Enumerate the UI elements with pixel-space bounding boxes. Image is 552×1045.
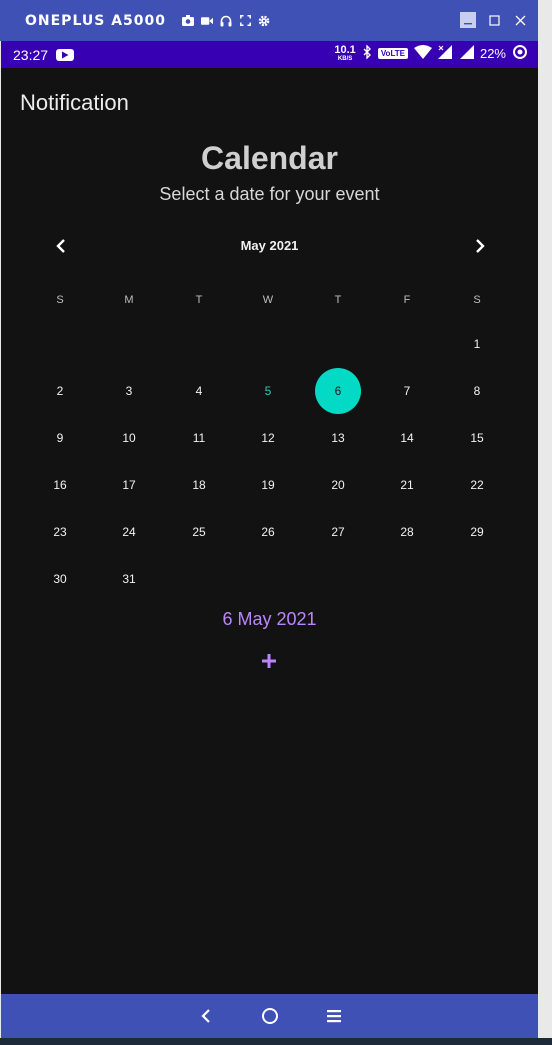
device-name: ONEPLUS A5000	[25, 12, 166, 29]
minimize-icon[interactable]	[460, 12, 476, 28]
calendar-day[interactable]: 4	[176, 368, 222, 414]
signal-icon-2	[459, 45, 474, 62]
bluetooth-icon	[362, 44, 372, 62]
calendar-day[interactable]: 19	[245, 462, 291, 508]
calendar-day[interactable]: 14	[384, 415, 430, 461]
back-icon[interactable]	[195, 1005, 217, 1027]
fullscreen-icon[interactable]	[239, 15, 251, 27]
status-time: 23:27	[13, 46, 49, 63]
video-icon[interactable]	[201, 15, 213, 27]
add-event-button[interactable]	[257, 649, 281, 673]
battery-percent: 22%	[479, 46, 506, 61]
network-speed-value: 10.1	[334, 43, 356, 56]
status-icons: 10.1 KB/S VoLTE 22%	[334, 44, 528, 63]
next-month-button[interactable]	[468, 234, 492, 258]
headset-icon[interactable]	[220, 15, 232, 27]
signal-icon	[437, 45, 454, 62]
network-speed-unit: KB/S	[337, 55, 353, 62]
weekday-label: S	[56, 294, 64, 306]
youtube-notification-icon	[56, 48, 75, 61]
calendar-day[interactable]: 17	[106, 462, 152, 508]
calendar-day[interactable]: 25	[176, 509, 222, 555]
calendar-day[interactable]: 22	[454, 462, 500, 508]
weekday-label: S	[473, 294, 481, 306]
calendar-day[interactable]: 24	[106, 509, 152, 555]
gear-icon[interactable]	[258, 15, 270, 27]
calendar-day[interactable]: 2	[37, 368, 83, 414]
calendar-day[interactable]: 15	[454, 415, 500, 461]
emulator-toolbar	[182, 15, 270, 27]
calendar-day[interactable]: 7	[384, 368, 430, 414]
calendar-day[interactable]: 21	[384, 462, 430, 508]
plus-icon	[262, 654, 276, 668]
calendar-title: Calendar	[201, 140, 338, 176]
close-icon[interactable]	[512, 12, 528, 28]
calendar-day[interactable]: 18	[176, 462, 222, 508]
chevron-right-icon	[476, 239, 485, 253]
calendar-day[interactable]: 12	[245, 415, 291, 461]
calendar-day[interactable]: 3	[106, 368, 152, 414]
selected-date-label: 6 May 2021	[222, 609, 317, 629]
calendar-subtitle: Select a date for your event	[159, 184, 380, 204]
calendar-day[interactable]: 29	[454, 509, 500, 555]
android-status-bar: 23:27 10.1 KB/S VoLTE 22%	[1, 41, 538, 68]
calendar-day[interactable]: 5	[245, 368, 291, 414]
emulator-frame: ONEPLUS A5000 23:27 10.1 KB/S VoLTE 22% …	[0, 0, 552, 1045]
calendar-day[interactable]: 27	[315, 509, 361, 555]
calendar-day[interactable]: 1	[454, 321, 500, 367]
network-speed: 10.1 KB/S	[334, 43, 356, 63]
month-label: May 2021	[240, 238, 299, 253]
emulator-title-bar: ONEPLUS A5000	[0, 0, 538, 41]
calendar-day[interactable]: 30	[37, 556, 83, 602]
window-controls	[460, 12, 528, 28]
menu-icon[interactable]	[323, 1005, 345, 1027]
maximize-icon[interactable]	[486, 12, 502, 28]
weekday-label: T	[195, 294, 203, 306]
volte-badge: VoLTE	[377, 48, 408, 59]
android-nav-bar	[1, 994, 538, 1038]
calendar-day[interactable]: 13	[315, 415, 361, 461]
camera-icon[interactable]	[182, 15, 194, 27]
home-icon[interactable]	[259, 1005, 281, 1027]
calendar-day[interactable]: 11	[176, 415, 222, 461]
calendar-day-selected[interactable]: 6	[315, 368, 361, 414]
calendar-day[interactable]: 9	[37, 415, 83, 461]
wifi-icon	[413, 45, 432, 62]
weekday-label: T	[334, 294, 342, 306]
calendar-day[interactable]: 16	[37, 462, 83, 508]
calendar-day[interactable]: 20	[315, 462, 361, 508]
calendar-day[interactable]: 28	[384, 509, 430, 555]
taskbar-strip	[0, 1038, 552, 1045]
weekday-label: M	[124, 294, 134, 306]
calendar-day[interactable]: 23	[37, 509, 83, 555]
app-screen: Notification Calendar Select a date for …	[1, 68, 538, 994]
weekday-label: F	[403, 294, 411, 306]
calendar-day[interactable]: 26	[245, 509, 291, 555]
calendar-day[interactable]: 31	[106, 556, 152, 602]
calendar-day[interactable]: 8	[454, 368, 500, 414]
weekday-label: W	[262, 294, 274, 306]
battery-saver-icon	[512, 44, 528, 63]
calendar-day[interactable]: 10	[106, 415, 152, 461]
app-title: Notification	[20, 90, 129, 115]
